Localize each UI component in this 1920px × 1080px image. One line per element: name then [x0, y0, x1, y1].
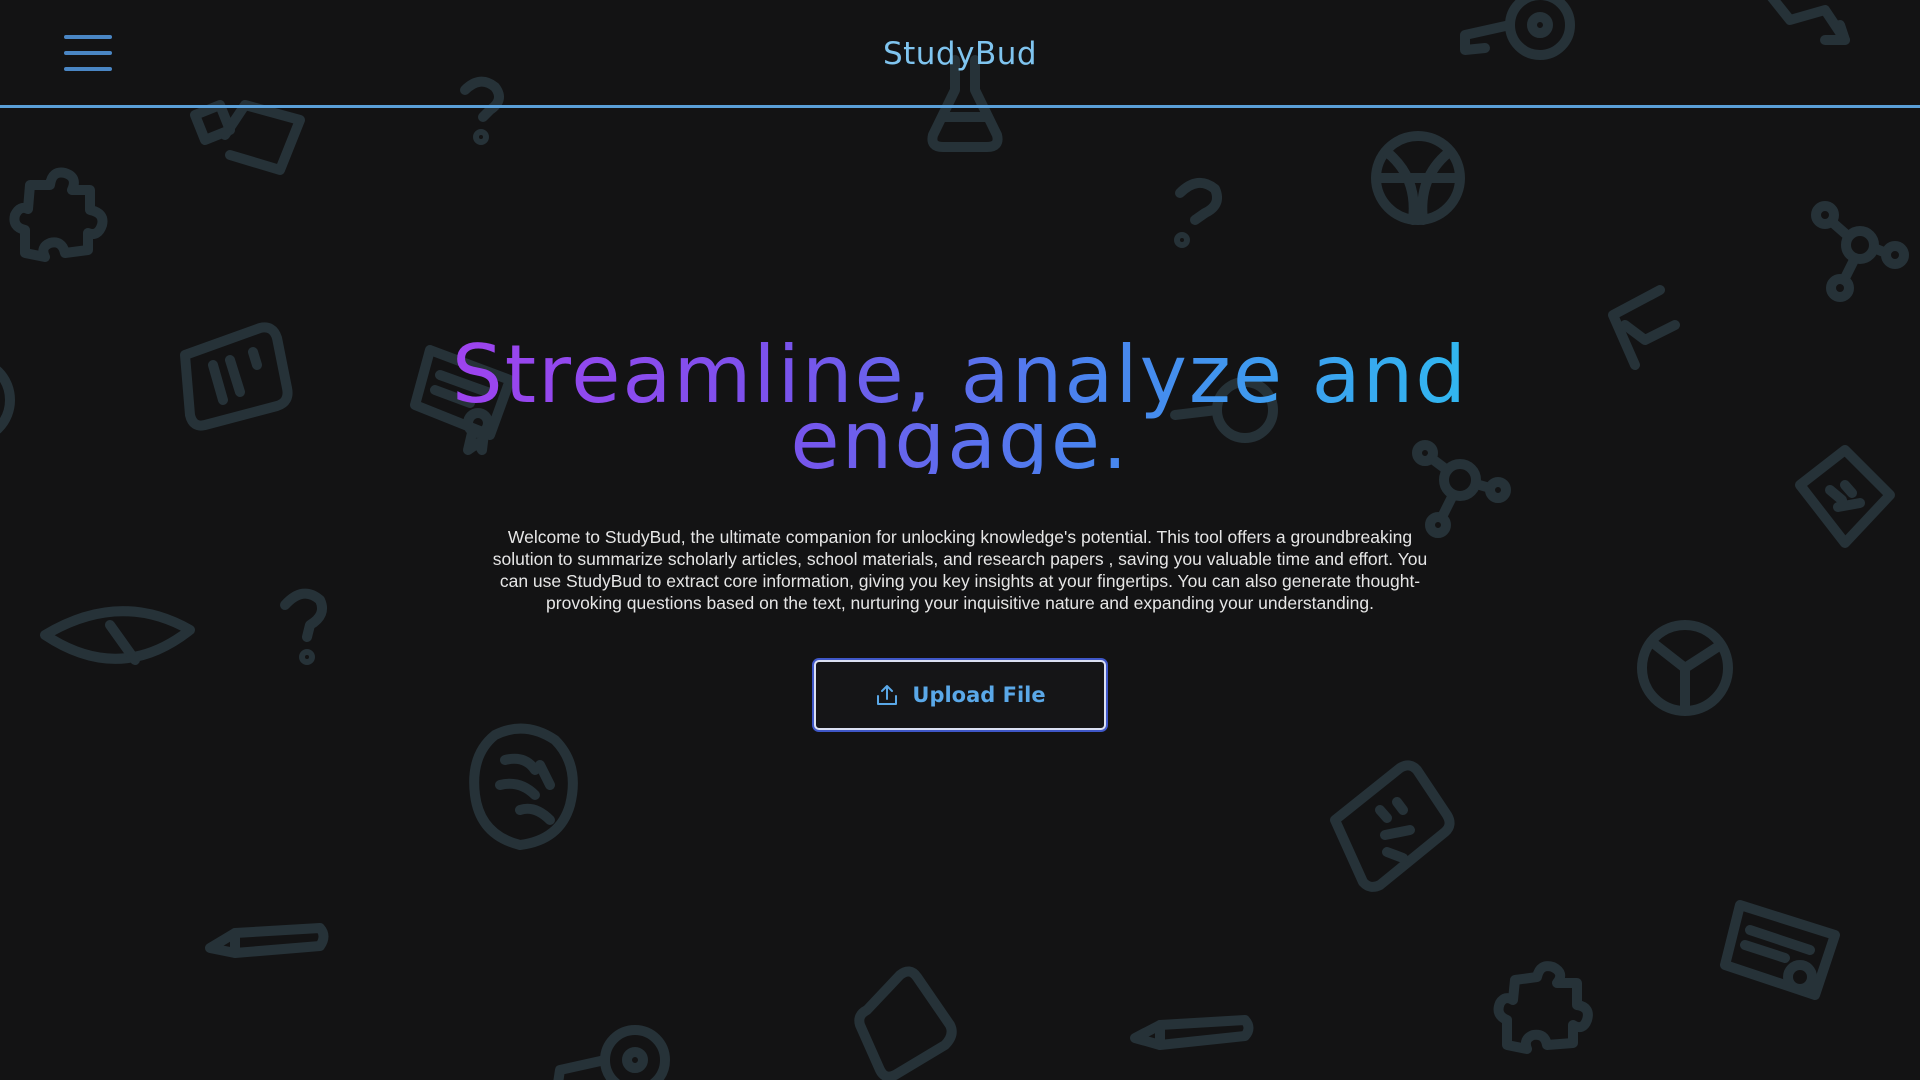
puzzle-piece-icon — [9, 167, 108, 262]
question-mark-icon — [1174, 178, 1222, 248]
note-icon — [180, 322, 293, 431]
certificate-icon — [1720, 900, 1840, 1000]
puzzle-piece-icon — [1493, 961, 1593, 1054]
pencil-icon — [1130, 1015, 1254, 1050]
books-icon — [190, 100, 305, 175]
note-icon — [1330, 760, 1455, 892]
eye-icon — [40, 606, 195, 665]
hero-title: Streamline, analyze and engage. — [360, 335, 1560, 481]
globe-icon — [0, 366, 15, 434]
app-title: StudyBud — [882, 36, 1038, 72]
globe-icon — [1371, 131, 1465, 225]
brain-icon — [469, 723, 578, 850]
upload-icon — [877, 685, 898, 705]
key-icon — [553, 1025, 670, 1080]
page: StudyBud Streamline, analyze and engage.… — [0, 0, 1920, 1080]
note-icon — [1795, 445, 1895, 548]
hero-description: Welcome to StudyBud, the ultimate compan… — [492, 527, 1428, 613]
question-mark-icon — [280, 588, 327, 665]
upload-file-label: Upload File — [912, 683, 1046, 707]
pencil-icon — [205, 923, 329, 958]
graph-icon — [1608, 285, 1680, 370]
molecule-icon — [1811, 201, 1909, 302]
peace-icon — [1637, 620, 1733, 716]
upload-file-button[interactable]: Upload File — [814, 660, 1106, 730]
top-bar: StudyBud — [0, 0, 1920, 108]
graduation-cap-icon — [854, 966, 957, 1080]
